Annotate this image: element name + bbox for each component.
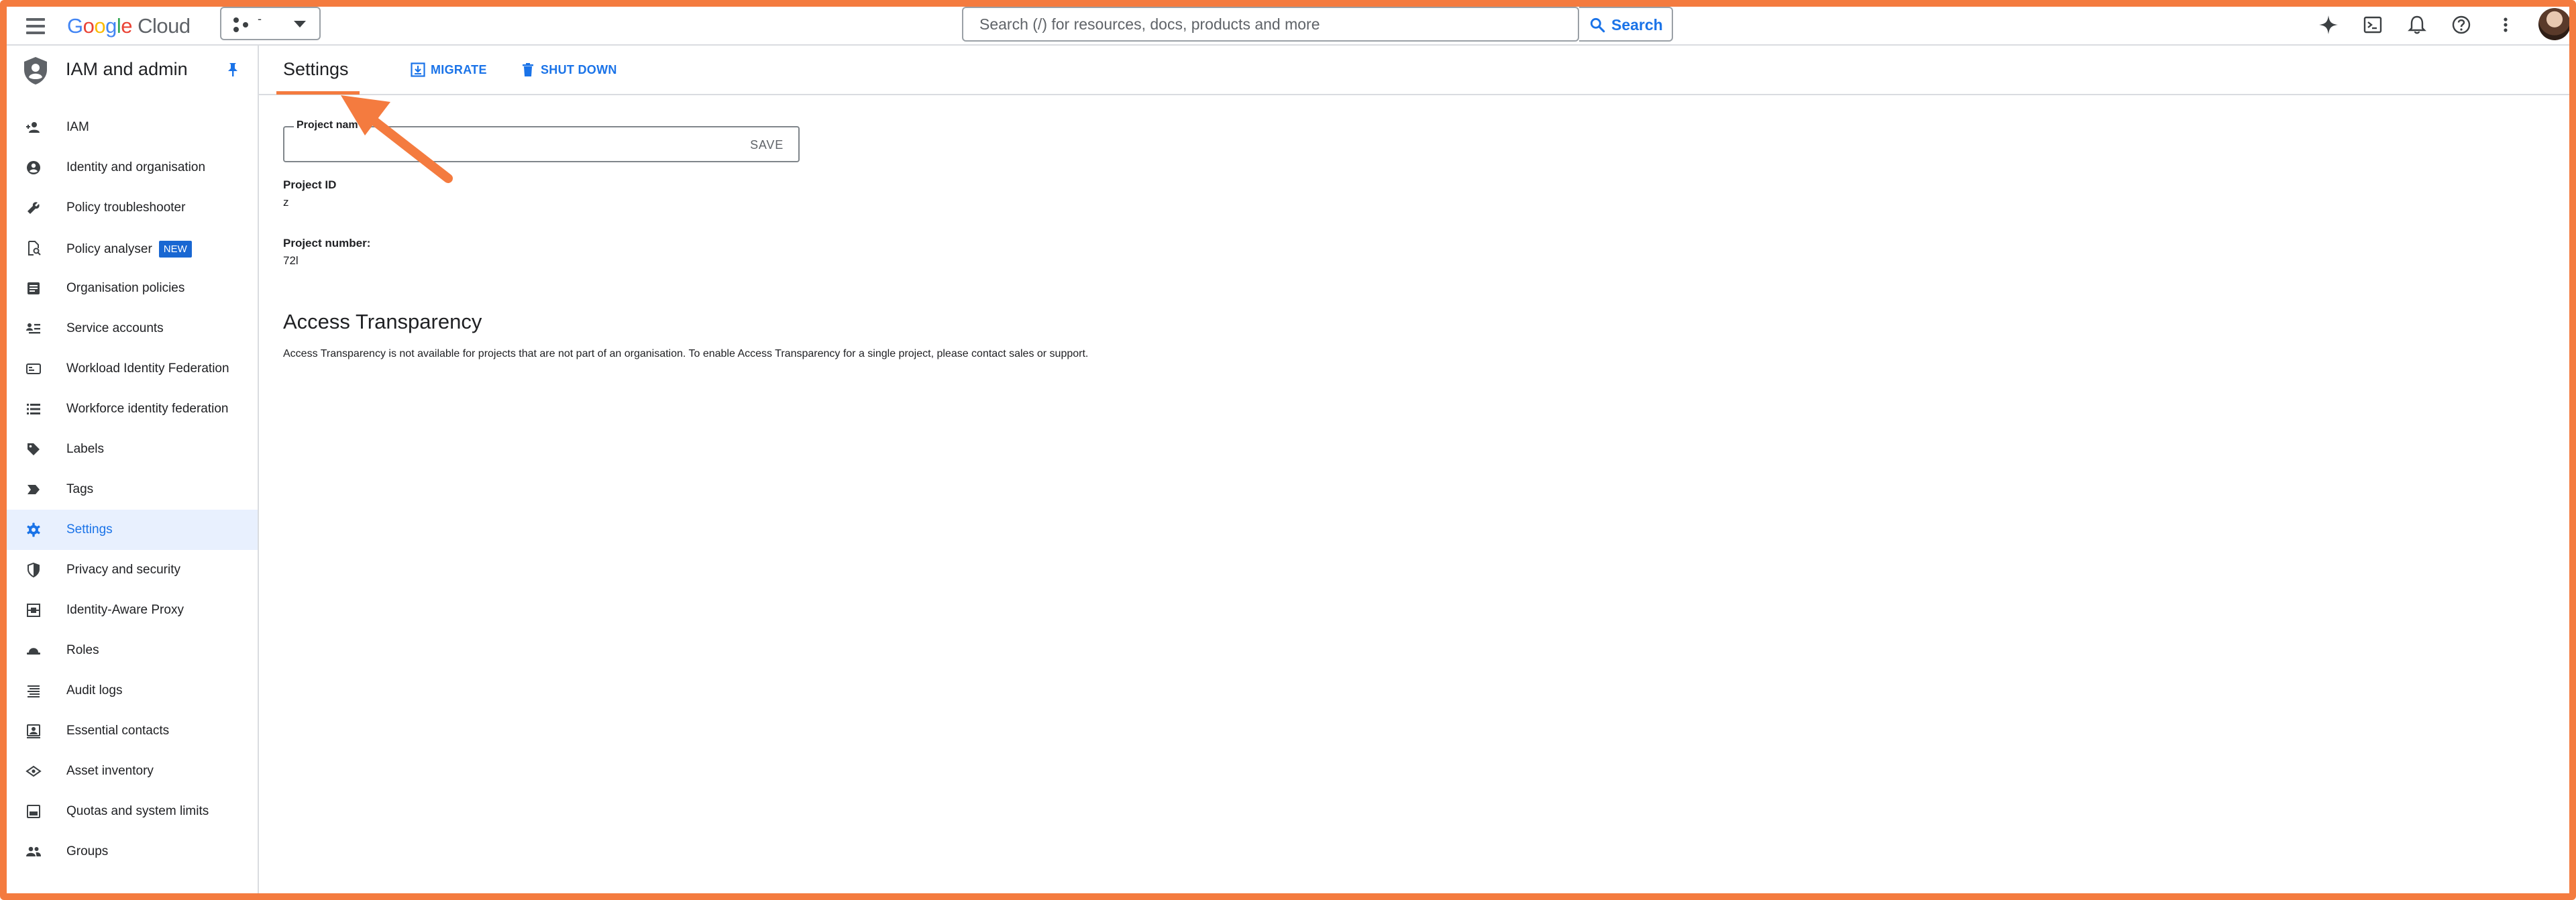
roles-hat-icon	[27, 648, 40, 655]
project-name: -	[258, 12, 262, 25]
tag-chevron-icon	[28, 485, 40, 494]
sidebar-item-identity-aware-proxy[interactable]: Identity-Aware Proxy	[7, 590, 258, 630]
service-account-icon	[26, 323, 40, 334]
sidebar-item-privacy-and-security[interactable]: Privacy and security	[7, 550, 258, 590]
proxy-icon	[27, 604, 40, 617]
sidebar-item-service-accounts[interactable]: Service accounts	[7, 308, 258, 349]
id-card-icon	[26, 363, 41, 374]
sidebar-item-policy-troubleshooter[interactable]: Policy troubleshooter	[7, 188, 258, 228]
top-bar: Google Cloud - Search	[7, 7, 2571, 46]
sidebar-item-policy-analyser[interactable]: Policy analyser NEW	[7, 228, 258, 268]
notifications-bell-icon[interactable]	[2402, 9, 2432, 40]
policy-search-icon	[28, 241, 41, 256]
sidebar-item-labels[interactable]: Labels	[7, 429, 258, 469]
access-transparency-text: Access Transparency is not available for…	[283, 348, 1089, 359]
sidebar-item-workload-identity-federation[interactable]: Workload Identity Federation	[7, 349, 258, 389]
person-add-icon	[26, 122, 40, 133]
avatar[interactable]	[2538, 8, 2571, 40]
sidebar-title: IAM and admin	[66, 59, 188, 79]
shut-down-button[interactable]: SHUT DOWN	[521, 63, 617, 77]
iam-shield-icon	[24, 57, 47, 85]
project-picker[interactable]: -	[220, 7, 321, 40]
sidebar-item-audit-logs[interactable]: Audit logs	[7, 671, 258, 711]
migrate-icon	[411, 62, 425, 77]
sidebar-nav: IAM Identity and organisation Policy tro…	[7, 107, 258, 872]
chevron-down-icon	[294, 21, 306, 27]
search-button[interactable]: Search	[1579, 7, 1673, 42]
sidebar-item-identity-and-organisation[interactable]: Identity and organisation	[7, 148, 258, 188]
search-icon	[1590, 17, 1605, 33]
account-circle-icon	[27, 161, 40, 174]
search-box	[962, 7, 1580, 42]
access-transparency-title: Access Transparency	[283, 310, 482, 333]
main-menu-icon[interactable]	[24, 14, 47, 37]
page-title: Settings	[283, 59, 349, 79]
help-icon[interactable]	[2446, 9, 2477, 40]
more-vert-icon[interactable]	[2490, 9, 2521, 40]
sidebar-item-quotas-and-system-limits[interactable]: Quotas and system limits	[7, 791, 258, 832]
sidebar-item-groups[interactable]: Groups	[7, 832, 258, 872]
save-button[interactable]: SAVE	[750, 138, 784, 152]
page-header: Settings MIGRATE SHUT DOWN	[259, 46, 2569, 95]
trash-icon	[523, 63, 533, 76]
sidebar-item-workforce-identity-federation[interactable]: Workforce identity federation	[7, 389, 258, 429]
label-tag-icon	[28, 443, 40, 455]
project-number-value: 72l	[283, 254, 299, 267]
sidebar-item-asset-inventory[interactable]: Asset inventory	[7, 751, 258, 791]
project-tree-icon	[233, 17, 250, 32]
lines-icon	[28, 685, 40, 697]
project-number-label: Project number:	[283, 237, 371, 249]
pin-icon[interactable]	[225, 62, 240, 78]
article-icon	[28, 282, 40, 294]
wrench-icon	[28, 202, 40, 214]
sidebar: IAM and admin IAM Identity and organisat…	[7, 46, 259, 893]
migrate-button[interactable]: MIGRATE	[411, 62, 487, 77]
quota-icon	[27, 805, 40, 818]
eye-diamond-icon	[25, 765, 42, 777]
sidebar-item-tags[interactable]: Tags	[7, 469, 258, 510]
shield-icon	[28, 562, 40, 578]
sidebar-item-organisation-policies[interactable]: Organisation policies	[7, 268, 258, 308]
group-icon	[26, 846, 41, 856]
gemini-spark-icon[interactable]	[2313, 9, 2344, 40]
sidebar-item-settings[interactable]: Settings	[7, 510, 258, 550]
annotation-arrow	[341, 95, 453, 183]
cloud-shell-icon[interactable]	[2357, 9, 2388, 40]
project-id-value: z	[283, 196, 289, 209]
sidebar-item-iam[interactable]: IAM	[7, 107, 258, 148]
sidebar-item-roles[interactable]: Roles	[7, 630, 258, 671]
sidebar-item-essential-contacts[interactable]: Essential contacts	[7, 711, 258, 751]
contact-icon	[27, 724, 40, 738]
new-badge: NEW	[158, 241, 192, 258]
google-cloud-logo[interactable]: Google Cloud	[67, 14, 191, 38]
list-icon	[27, 404, 40, 414]
sidebar-header: IAM and admin	[7, 46, 258, 93]
gear-icon	[27, 522, 40, 537]
main-content: Settings MIGRATE SHUT DOWN Project nam S…	[259, 46, 2569, 893]
search-input[interactable]	[963, 8, 1580, 40]
